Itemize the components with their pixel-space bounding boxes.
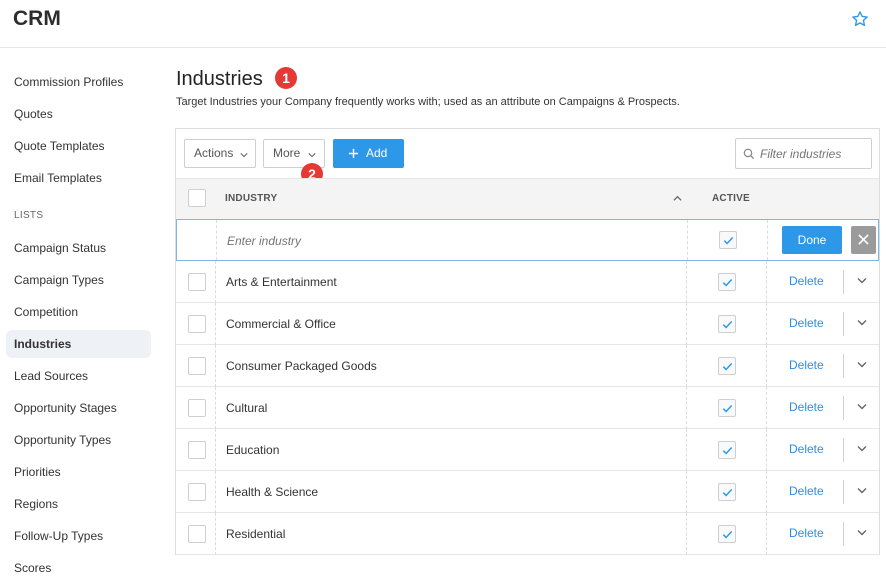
cancel-button[interactable] <box>851 226 876 254</box>
chevron-down-icon[interactable] <box>857 319 867 327</box>
sidebar-item[interactable]: Opportunity Stages <box>6 394 151 422</box>
actions-dropdown[interactable]: Actions <box>184 139 256 168</box>
chevron-down-icon <box>240 153 248 158</box>
sidebar-section-label: LISTS <box>14 210 44 221</box>
chevron-down-icon <box>308 153 316 158</box>
industries-panel: Actions More 2 Add INDUSTRY ACTIVE Done … <box>175 128 880 555</box>
more-label: More <box>273 146 301 160</box>
active-column-header[interactable]: ACTIVE <box>712 193 750 204</box>
row-active-checkbox[interactable] <box>718 441 736 459</box>
filter-search[interactable] <box>735 138 872 169</box>
table-row: Arts & Entertainment Delete <box>176 261 879 303</box>
new-row-active-checkbox[interactable] <box>719 231 737 249</box>
table-row: Consumer Packaged Goods Delete <box>176 345 879 387</box>
industry-name[interactable]: Education <box>226 443 279 457</box>
add-button[interactable]: Add <box>333 139 404 168</box>
row-active-checkbox[interactable] <box>718 357 736 375</box>
add-label: Add <box>366 146 388 160</box>
sidebar-item[interactable]: Competition <box>6 298 151 326</box>
select-all-checkbox[interactable] <box>188 189 206 207</box>
page-subtitle: Target Industries your Company frequentl… <box>176 96 680 108</box>
checkmark-icon <box>723 237 734 245</box>
delete-link[interactable]: Delete <box>789 358 824 372</box>
row-select-checkbox[interactable] <box>188 357 206 375</box>
sidebar-item[interactable]: Campaign Types <box>6 266 151 294</box>
chevron-down-icon[interactable] <box>857 529 867 537</box>
industry-name[interactable]: Consumer Packaged Goods <box>226 359 377 373</box>
row-active-checkbox[interactable] <box>718 399 736 417</box>
done-button[interactable]: Done <box>782 226 842 254</box>
new-industry-row: Done <box>176 219 879 261</box>
delete-link[interactable]: Delete <box>789 526 824 540</box>
chevron-down-icon[interactable] <box>857 487 867 495</box>
chevron-down-icon[interactable] <box>857 361 867 369</box>
sort-ascending-icon[interactable] <box>673 194 682 203</box>
table-row: Education Delete <box>176 429 879 471</box>
row-active-checkbox[interactable] <box>718 483 736 501</box>
checkmark-icon <box>722 363 733 371</box>
chevron-down-icon[interactable] <box>857 403 867 411</box>
checkmark-icon <box>722 279 733 287</box>
sidebar-item[interactable]: Scores <box>6 554 151 580</box>
star-icon[interactable] <box>851 10 869 28</box>
sidebar-item[interactable]: Opportunity Types <box>6 426 151 454</box>
sidebar-item[interactable]: Quotes <box>6 100 151 128</box>
row-active-checkbox[interactable] <box>718 525 736 543</box>
sidebar-item[interactable]: Campaign Status <box>6 234 151 262</box>
table-header: INDUSTRY ACTIVE <box>176 178 879 219</box>
sidebar-item[interactable]: Follow-Up Types <box>6 522 151 550</box>
close-icon <box>858 234 869 245</box>
industry-column-header[interactable]: INDUSTRY <box>225 193 277 204</box>
industry-name[interactable]: Health & Science <box>226 485 318 499</box>
sidebar-item[interactable]: Regions <box>6 490 151 518</box>
page-title: Industries <box>176 68 263 90</box>
row-select-checkbox[interactable] <box>188 273 206 291</box>
chevron-down-icon[interactable] <box>857 445 867 453</box>
delete-link[interactable]: Delete <box>789 316 824 330</box>
sidebar-item-active[interactable]: Industries <box>6 330 151 358</box>
sidebar-item[interactable]: Lead Sources <box>6 362 151 390</box>
sidebar-item[interactable]: Priorities <box>6 458 151 486</box>
industry-name[interactable]: Arts & Entertainment <box>226 275 337 289</box>
table-row: Cultural Delete <box>176 387 879 429</box>
industry-name[interactable]: Cultural <box>226 401 267 415</box>
search-icon <box>743 148 755 160</box>
delete-link[interactable]: Delete <box>789 274 824 288</box>
sidebar-item[interactable]: Email Templates <box>6 164 151 192</box>
filter-input[interactable] <box>760 145 868 163</box>
checkmark-icon <box>722 321 733 329</box>
table-row: Health & Science Delete <box>176 471 879 513</box>
checkmark-icon <box>722 405 733 413</box>
new-industry-input[interactable] <box>227 232 527 250</box>
row-select-checkbox[interactable] <box>188 441 206 459</box>
checkmark-icon <box>722 489 733 497</box>
checkmark-icon <box>722 531 733 539</box>
delete-link[interactable]: Delete <box>789 400 824 414</box>
sidebar-item[interactable]: Quote Templates <box>6 132 151 160</box>
actions-label: Actions <box>194 146 234 160</box>
row-select-checkbox[interactable] <box>188 483 206 501</box>
top-bar: CRM <box>0 0 886 48</box>
row-select-checkbox[interactable] <box>188 399 206 417</box>
industry-name[interactable]: Commercial & Office <box>226 317 336 331</box>
row-select-checkbox[interactable] <box>188 525 206 543</box>
annotation-badge-1: 1 <box>275 67 297 89</box>
table-row: Commercial & Office Delete <box>176 303 879 345</box>
delete-link[interactable]: Delete <box>789 484 824 498</box>
sidebar-item[interactable]: Commission Profiles <box>6 68 151 96</box>
checkmark-icon <box>722 447 733 455</box>
row-select-checkbox[interactable] <box>188 315 206 333</box>
plus-icon <box>348 148 359 159</box>
delete-link[interactable]: Delete <box>789 442 824 456</box>
row-active-checkbox[interactable] <box>718 315 736 333</box>
app-title: CRM <box>13 7 61 30</box>
industry-name[interactable]: Residential <box>226 527 285 541</box>
chevron-down-icon[interactable] <box>857 277 867 285</box>
row-active-checkbox[interactable] <box>718 273 736 291</box>
table-row: Residential Delete <box>176 513 879 555</box>
